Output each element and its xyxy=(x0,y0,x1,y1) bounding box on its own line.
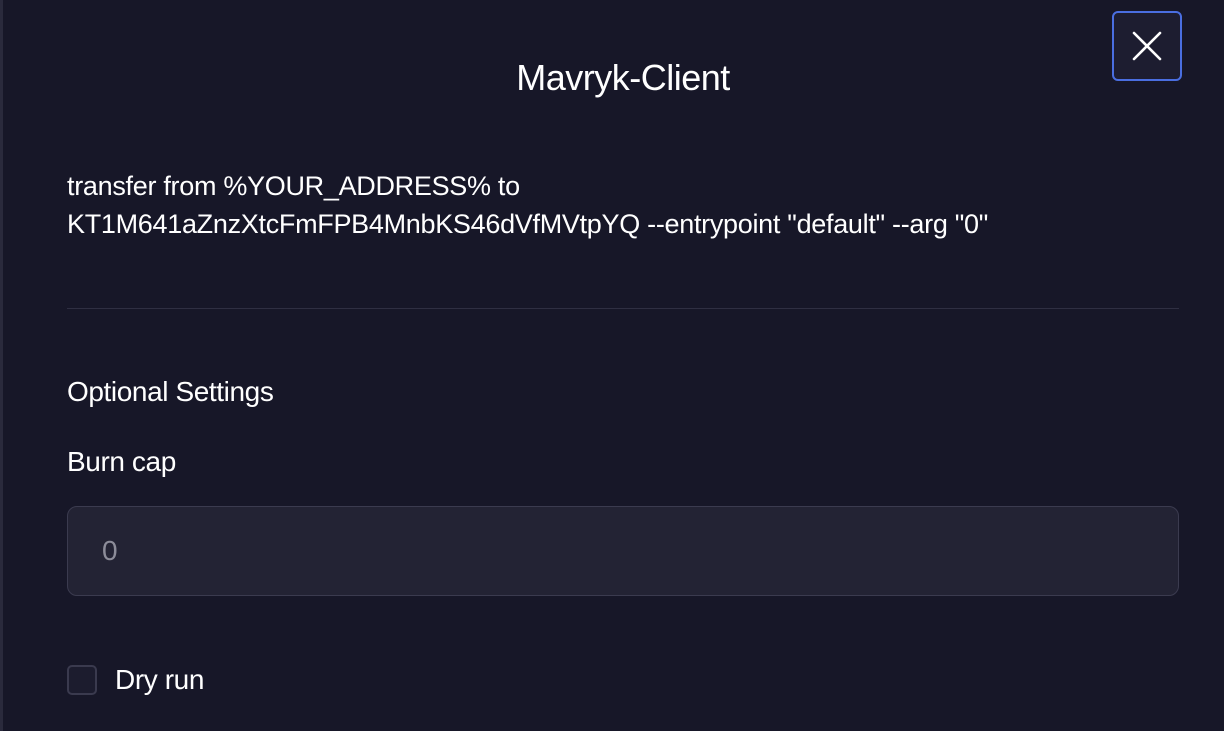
divider xyxy=(67,308,1179,309)
modal-title: Mavryk-Client xyxy=(516,57,730,98)
dry-run-checkbox[interactable] xyxy=(67,665,97,695)
mavryk-client-modal: Mavryk-Client transfer from %YOUR_ADDRES… xyxy=(0,0,1224,731)
burn-cap-input[interactable] xyxy=(67,506,1179,596)
command-line-2: KT1M641aZnzXtcFmFPB4MnbKS46dVfMVtpYQ --e… xyxy=(67,209,989,239)
command-text: transfer from %YOUR_ADDRESS% to KT1M641a… xyxy=(67,167,1187,243)
burn-cap-label: Burn cap xyxy=(67,446,176,477)
dry-run-label[interactable]: Dry run xyxy=(115,664,204,696)
optional-settings-heading: Optional Settings xyxy=(67,376,274,407)
command-line-1: transfer from %YOUR_ADDRESS% to xyxy=(67,171,520,201)
dry-run-checkbox-row[interactable]: Dry run xyxy=(67,660,204,700)
